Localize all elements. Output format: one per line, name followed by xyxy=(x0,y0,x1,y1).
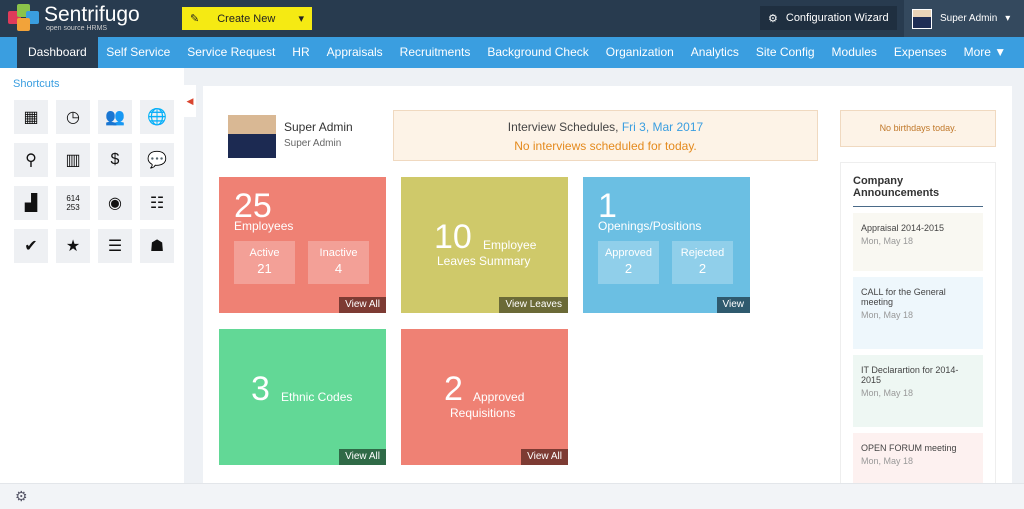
requisitions-tile: 2 Approved Requisitions View All xyxy=(401,329,568,465)
announcements-panel: Company Announcements Appraisal 2014-201… xyxy=(840,162,996,492)
create-new-button[interactable]: ✎ Create New ▾ xyxy=(182,7,312,30)
announcement-item[interactable]: CALL for the General meeting Mon, May 18 xyxy=(853,277,983,349)
app-name: Sentrifugo xyxy=(44,2,140,26)
leaves-label: Employee xyxy=(483,238,537,252)
employees-count: 25 xyxy=(234,187,272,225)
gear-icon[interactable]: ⚙ xyxy=(15,488,28,505)
locations-icon[interactable]: ⚲ xyxy=(14,143,48,177)
nav-self-service[interactable]: Self Service xyxy=(98,37,179,68)
announcement-item[interactable]: Appraisal 2014-2015 Mon, May 18 xyxy=(853,213,983,271)
profile-card: Super Admin Super Admin xyxy=(228,110,353,158)
openings-tile: 1 Openings/Positions Approved 2 Rejected 2… xyxy=(583,177,750,313)
nav-hr[interactable]: HR xyxy=(284,37,318,68)
create-new-label: Create New xyxy=(217,12,276,25)
ethnic-codes-tile: 3 Ethnic Codes View All xyxy=(219,329,386,465)
interview-message: No interviews scheduled for today. xyxy=(514,139,697,153)
app-tagline: open source HRMS xyxy=(46,24,108,32)
nav-expenses[interactable]: Expenses xyxy=(885,37,955,68)
leaves-tile: 10 Employee Leaves Summary View Leaves xyxy=(401,177,568,313)
config-wizard-label: Configuration Wizard xyxy=(785,12,889,24)
main-nav: Dashboard Self Service Service Request H… xyxy=(0,37,1024,68)
active-stat: Active 21 xyxy=(234,241,295,284)
chat-icon[interactable]: 💬 xyxy=(140,143,174,177)
user-star-icon[interactable]: ★ xyxy=(56,229,90,263)
view-openings-link[interactable]: View xyxy=(716,297,750,313)
view-all-ethnic-link[interactable]: View All xyxy=(339,449,386,465)
ethnic-count: 3 xyxy=(251,370,270,408)
view-all-employees-link[interactable]: View All xyxy=(339,297,386,313)
openings-label: Openings/Positions xyxy=(598,219,702,233)
globe-pin-icon[interactable]: 🌐 xyxy=(140,100,174,134)
employees-tile: 25 Employees Active 21 Inactive 4 View All xyxy=(219,177,386,313)
interview-date: Fri 3, Mar 2017 xyxy=(621,120,704,134)
leaves-count: 10 xyxy=(434,218,472,256)
view-all-requisitions-link[interactable]: View All xyxy=(521,449,568,465)
avatar xyxy=(912,8,932,29)
requisitions-label: Requisitions xyxy=(450,406,516,420)
user-list-icon[interactable]: ☰ xyxy=(98,229,132,263)
boxes-icon[interactable]: ▦ xyxy=(14,100,48,134)
nav-site-config[interactable]: Site Config xyxy=(747,37,823,68)
nav-appraisals[interactable]: Appraisals xyxy=(318,37,391,68)
org-chart-icon[interactable]: ☷ xyxy=(140,186,174,220)
nav-analytics[interactable]: Analytics xyxy=(682,37,747,68)
clock-icon[interactable]: ◷ xyxy=(56,100,90,134)
profile-photo xyxy=(228,110,276,158)
user-menu[interactable]: Super Admin ▾ xyxy=(904,0,1024,37)
ethnic-label: Ethnic Codes xyxy=(281,390,353,404)
gears-icon: ⚙ xyxy=(768,12,778,25)
profile-name: Super Admin xyxy=(284,120,353,134)
announcement-item[interactable]: IT Declarartion for 2014-2015 Mon, May 18 xyxy=(853,355,983,427)
user-check-icon[interactable]: ✔ xyxy=(14,229,48,263)
collapse-sidebar-button[interactable]: ◀ xyxy=(184,85,196,117)
pen-icon: ✎ xyxy=(190,13,200,25)
nav-organization[interactable]: Organization xyxy=(597,37,682,68)
announcements-title: Company Announcements xyxy=(853,175,983,207)
buildings-icon[interactable]: ▥ xyxy=(56,143,90,177)
ring-icon[interactable]: ◉ xyxy=(98,186,132,220)
user-name: Super Admin xyxy=(940,13,998,24)
approved-stat: Approved 2 xyxy=(598,241,659,284)
view-leaves-link[interactable]: View Leaves xyxy=(499,297,568,313)
inactive-stat: Inactive 4 xyxy=(308,241,369,284)
shortcuts-title: Shortcuts xyxy=(13,78,60,90)
requisitions-approved-label: Approved xyxy=(473,390,525,404)
profile-role: Super Admin xyxy=(284,138,342,149)
interview-title: Interview Schedules, xyxy=(507,120,619,134)
caret-down-icon: ▾ xyxy=(1005,13,1011,24)
birthdays-box: No birthdays today. xyxy=(840,110,996,147)
stairs-icon[interactable]: ▟ xyxy=(14,186,48,220)
nav-recruitments[interactable]: Recruitments xyxy=(391,37,479,68)
top-bar: Sentrifugo open source HRMS ✎ Create New ▾ … xyxy=(0,0,1024,37)
users-icon[interactable]: 👥 xyxy=(98,100,132,134)
configuration-wizard-button[interactable]: ⚙ Configuration Wizard xyxy=(760,6,897,30)
nav-modules[interactable]: Modules xyxy=(823,37,885,68)
logo-icon xyxy=(8,4,40,32)
requisitions-count: 2 xyxy=(444,370,463,408)
nav-dashboard[interactable]: Dashboard xyxy=(17,37,98,68)
numbers-icon[interactable]: 614 253 xyxy=(56,186,90,220)
employees-label: Employees xyxy=(234,219,294,233)
openings-count: 1 xyxy=(598,187,617,225)
bottom-bar: ⚙ xyxy=(0,483,1024,509)
coins-icon[interactable]: $ xyxy=(98,143,132,177)
nav-more[interactable]: More ▼ xyxy=(955,37,1015,68)
meeting-icon[interactable]: ☗ xyxy=(140,229,174,263)
caret-down-icon: ▾ xyxy=(298,13,304,25)
shortcuts-sidebar: Shortcuts ▦ ◷ 👥 🌐 ⚲ ▥ $ 💬 ▟ 614 253 ◉ ☷ ✔… xyxy=(0,68,184,483)
logo[interactable]: Sentrifugo open source HRMS xyxy=(8,4,140,32)
nav-background-check[interactable]: Background Check xyxy=(479,37,597,68)
nav-service-request[interactable]: Service Request xyxy=(179,37,284,68)
leaves-summary-label: Leaves Summary xyxy=(437,254,531,268)
rejected-stat: Rejected 2 xyxy=(672,241,733,284)
interview-schedules: Interview Schedules, Fri 3, Mar 2017 No … xyxy=(393,110,818,161)
